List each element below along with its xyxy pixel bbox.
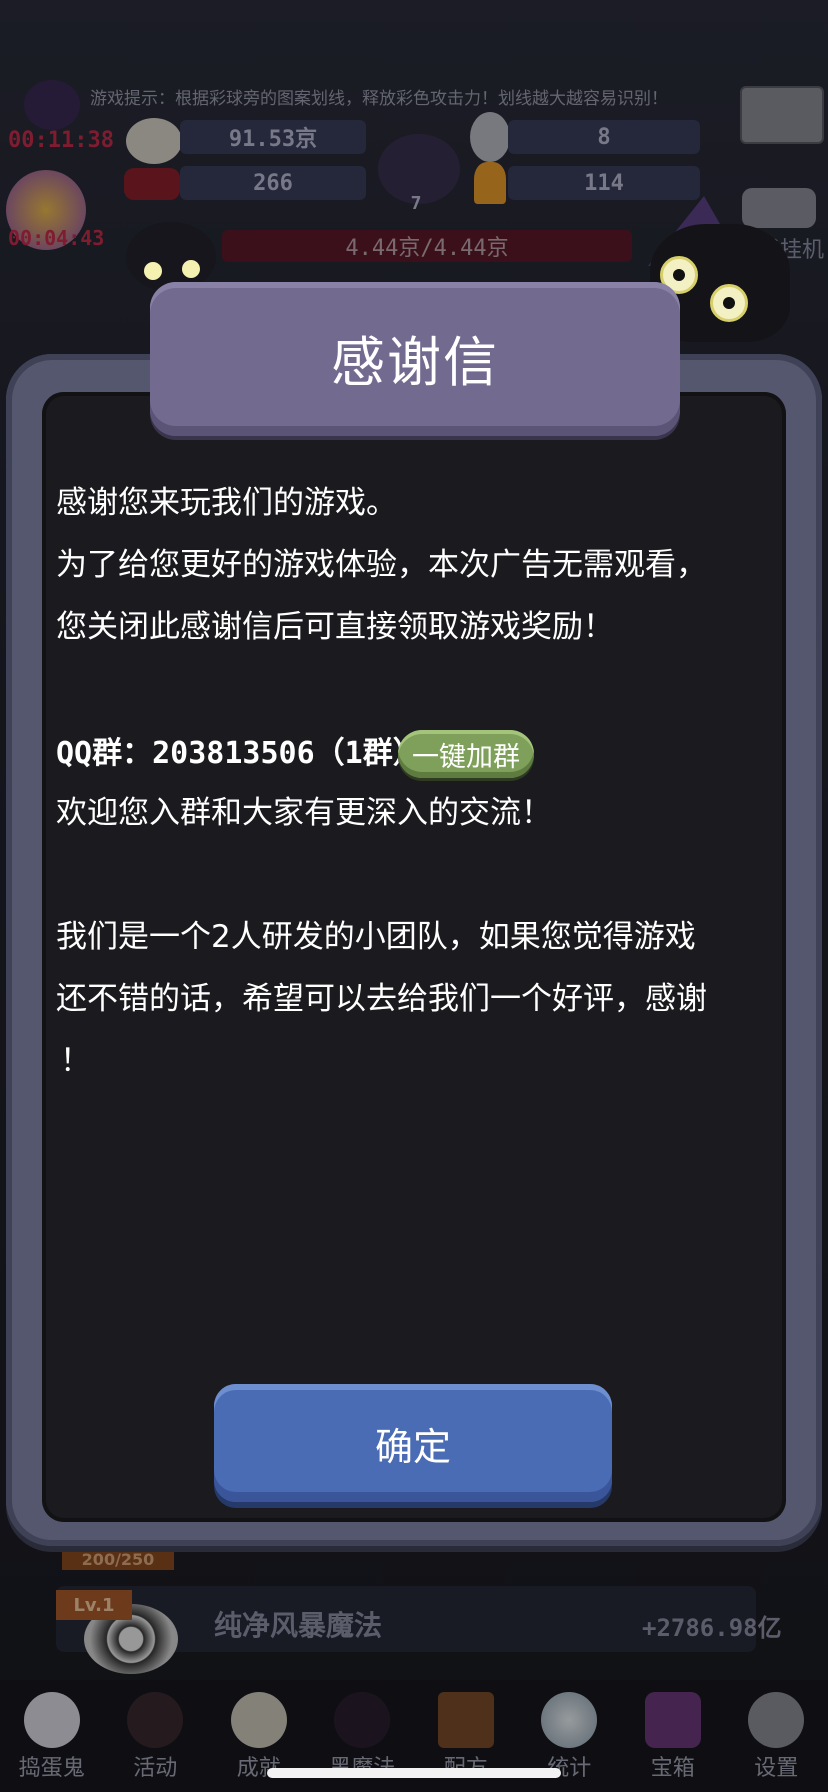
team-line-1: 我们是一个2人研发的小团队，如果您觉得游戏 [56, 919, 696, 955]
team-line-2: 还不错的话，希望可以去给我们一个好评，感谢 [56, 981, 707, 1017]
bat-eye [144, 262, 162, 280]
bat-eye [182, 260, 200, 278]
thanks-line-1: 感谢您来玩我们的游戏。 [56, 485, 397, 521]
join-group-button[interactable]: 一键加群 [398, 730, 534, 778]
thanks-line-3: 您关闭此感谢信后可直接领取游戏奖励！ [56, 609, 614, 645]
home-indicator[interactable] [267, 1768, 561, 1778]
team-line-3: ！ [60, 1043, 91, 1079]
cat-pupil [673, 269, 685, 281]
confirm-button[interactable]: 确定 [214, 1384, 612, 1502]
cat-eye [710, 284, 748, 322]
dialog-title: 感谢信 [331, 331, 499, 394]
cat-pupil [723, 297, 735, 309]
thanks-line-2: 为了给您更好的游戏体验，本次广告无需观看， [56, 547, 707, 583]
qq-group-text: QQ群：203813506（1群） [56, 736, 423, 771]
welcome-line: 欢迎您入群和大家有更深入的交流！ [56, 795, 552, 831]
